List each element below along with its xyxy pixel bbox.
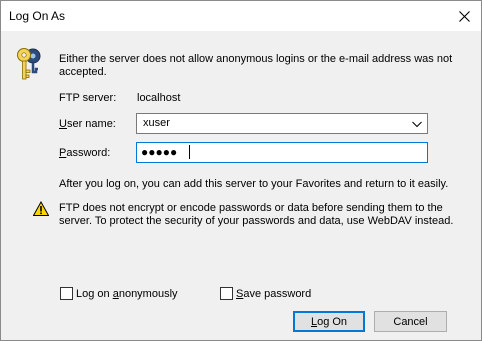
warning-icon (33, 201, 49, 216)
close-icon (458, 10, 470, 22)
log-on-anonymously-checkbox[interactable]: Log on anonymously (60, 287, 178, 300)
ftp-server-label: FTP server: (59, 92, 117, 104)
log-on-button[interactable]: Log On (293, 311, 365, 332)
password-label: Password: (59, 147, 110, 160)
password-label-rest: assword: (66, 147, 111, 159)
security-warning: FTP does not encrypt or encode passwords… (59, 202, 454, 227)
user-name-label-accel: U (59, 118, 67, 130)
checkbox-box[interactable] (220, 287, 233, 300)
password-masked-value: ●●●●● (141, 145, 178, 159)
log-on-anonymously-label: Log on anonymously (76, 288, 178, 300)
anon-label-rest: nonymously (118, 287, 178, 300)
user-name-value: xuser (143, 117, 170, 129)
log-on-button-label: Log On (311, 316, 347, 328)
password-field[interactable]: ●●●●● (136, 142, 428, 163)
chevron-down-icon[interactable] (411, 118, 423, 130)
cancel-button[interactable]: Cancel (374, 311, 447, 332)
user-name-label: User name: (59, 118, 116, 131)
ftp-server-value: localhost (137, 92, 181, 104)
anon-label-prefix: Log on (76, 287, 113, 300)
checkbox-box[interactable] (60, 287, 73, 300)
log-on-as-dialog: Log On As Either the server does not all… (0, 0, 482, 341)
user-name-label-rest: ser name: (66, 118, 116, 130)
save-password-checkbox[interactable]: Save password (220, 287, 311, 300)
key-icon (17, 48, 41, 80)
user-name-combobox[interactable]: xuser (136, 113, 428, 134)
save-password-label: Save password (236, 288, 311, 300)
error-message: Either the server does not allow anonymo… (59, 53, 453, 78)
favorites-hint: After you log on, you can add this serve… (59, 178, 449, 190)
text-caret (189, 145, 190, 159)
save-label-rest: ave password (243, 287, 312, 300)
log-on-rest: og On (317, 315, 348, 328)
close-button[interactable] (447, 1, 481, 31)
dialog-title: Log On As (9, 9, 66, 23)
title-bar[interactable]: Log On As (1, 1, 481, 31)
